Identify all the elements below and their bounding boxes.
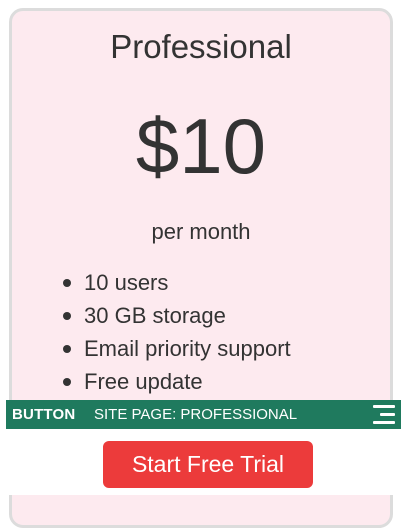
feature-item: 10 users	[60, 266, 291, 299]
element-tag-label: BUTTON	[12, 406, 76, 423]
feature-label: 10 users	[84, 270, 169, 295]
bullet-icon	[63, 378, 71, 386]
bullet-icon	[63, 345, 71, 353]
site-page-label: SITE PAGE: PROFESSIONAL	[94, 406, 298, 423]
feature-label: Email priority support	[84, 336, 291, 361]
feature-list: 10 users 30 GB storage Email priority su…	[60, 266, 291, 398]
cta-panel: Start Free Trial	[6, 429, 401, 495]
inspector-bar: BUTTON SITE PAGE: PROFESSIONAL	[6, 400, 401, 429]
feature-label: Free update	[84, 369, 203, 394]
bullet-icon	[63, 312, 71, 320]
feature-item: Free update	[60, 365, 291, 398]
hamburger-menu-icon[interactable]	[373, 405, 395, 424]
plan-title: Professional	[110, 28, 292, 65]
price-period: per month	[151, 219, 251, 244]
bullet-icon	[63, 279, 71, 287]
plan-price: $10	[135, 102, 267, 190]
feature-item: 30 GB storage	[60, 299, 291, 332]
feature-label: 30 GB storage	[84, 303, 226, 328]
feature-item: Email priority support	[60, 332, 291, 365]
start-free-trial-button[interactable]: Start Free Trial	[103, 441, 313, 488]
